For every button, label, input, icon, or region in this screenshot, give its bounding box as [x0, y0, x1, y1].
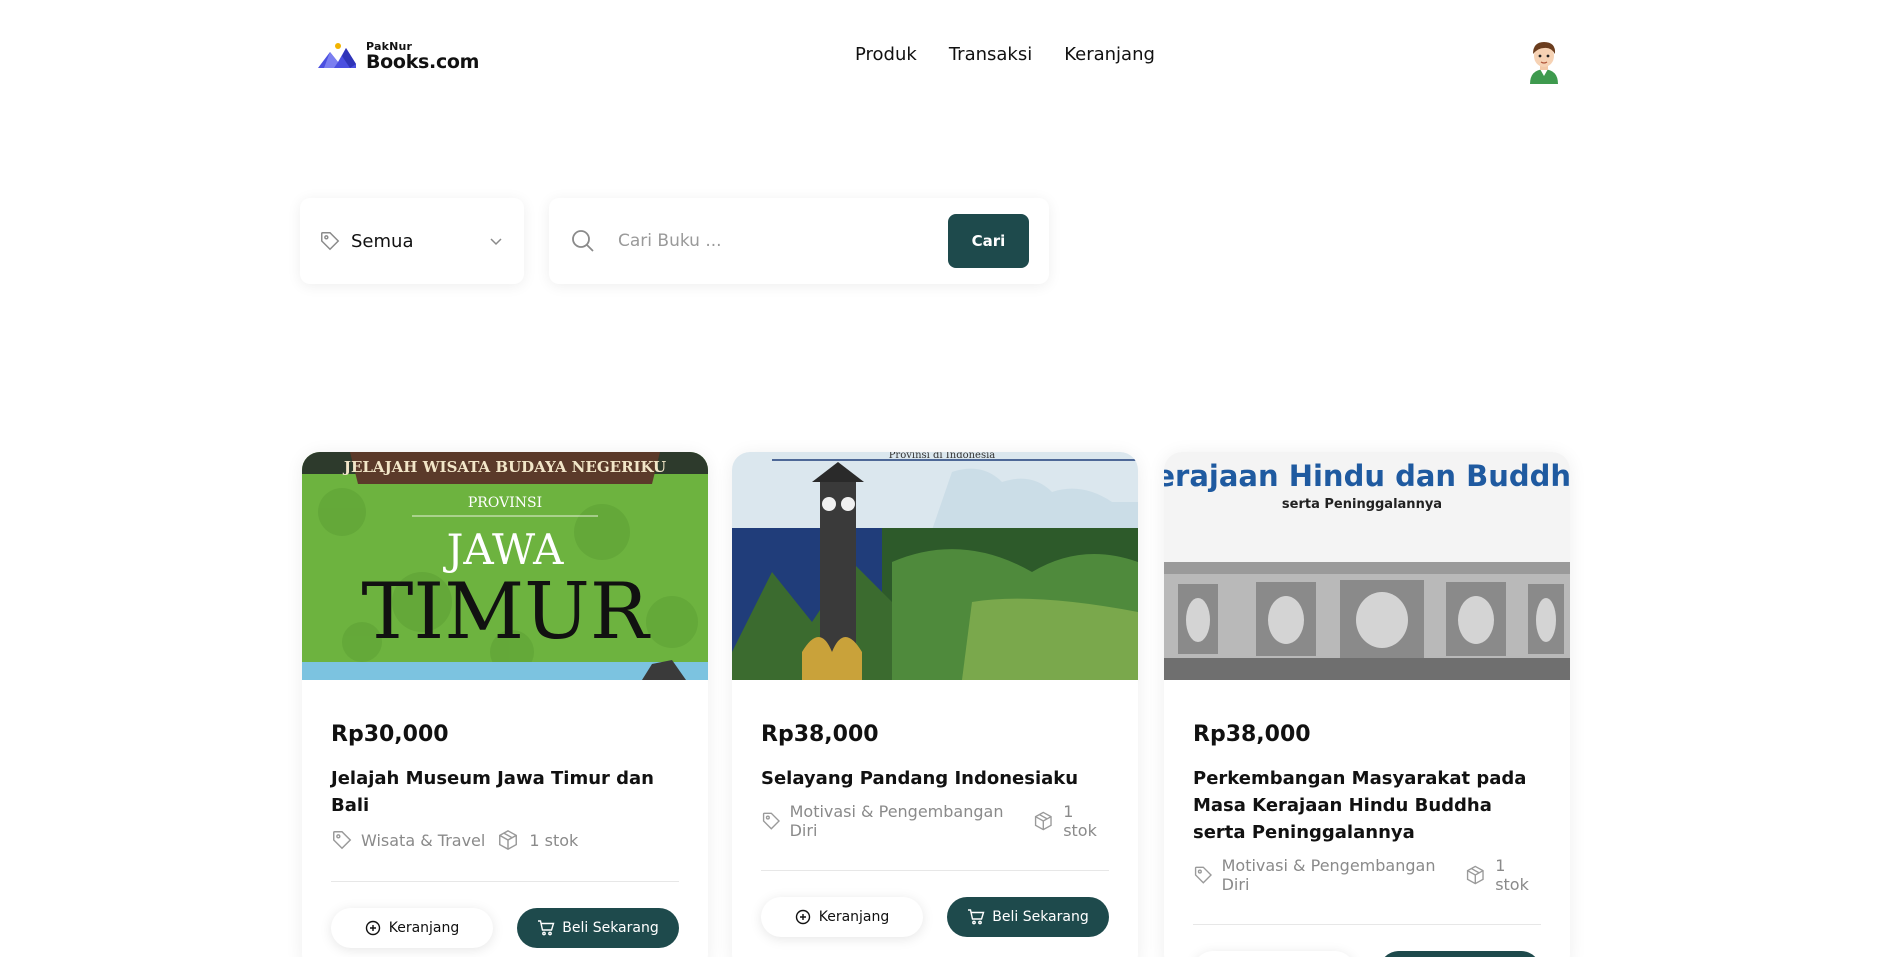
- buy-now-button[interactable]: Beli Sekarang: [517, 908, 679, 948]
- cover-banner-text: JELAJAH WISATA BUDAYA NEGERIKU: [342, 458, 666, 476]
- product-stock: 1 stok: [1063, 802, 1097, 840]
- product-card[interactable]: Provinsi di Indonesia Rp38,000 Selayang …: [732, 452, 1138, 957]
- card-divider: [1193, 924, 1541, 925]
- cover-line3-text: TIMUR: [361, 567, 650, 657]
- product-price: Rp38,000: [1193, 722, 1311, 747]
- card-divider: [331, 881, 679, 882]
- cover-subheading-text: serta Peninggalannya: [1282, 497, 1442, 512]
- product-stock: 1 stok: [529, 830, 579, 850]
- search-box: Cari: [549, 198, 1049, 284]
- plus-circle-icon: [795, 909, 810, 925]
- category-selected-value: Semua: [351, 230, 414, 252]
- product-price: Rp30,000: [331, 722, 449, 747]
- logo-big-text: Books.com: [366, 50, 480, 73]
- buy-now-button[interactable]: Beli Sekarang: [1379, 951, 1541, 957]
- tag-icon: [1194, 866, 1212, 884]
- site-logo[interactable]: PakNur Books.com: [316, 38, 479, 74]
- cover-line1-text: PROVINSI: [468, 495, 542, 511]
- tag-icon: [333, 831, 352, 850]
- product-meta: Motivasi & Pengembangan Diri 1 stok: [1193, 856, 1541, 894]
- add-to-cart-label: Keranjang: [388, 920, 460, 936]
- product-meta: Wisata & Travel 1 stok: [331, 829, 679, 851]
- product-meta: Motivasi & Pengembangan Diri 1 stok: [761, 802, 1109, 840]
- cart-icon: [968, 909, 985, 925]
- add-to-cart-label: Keranjang: [818, 909, 890, 925]
- product-title[interactable]: Perkembangan Masyarakat pada Masa Keraja…: [1193, 765, 1541, 846]
- nav-keranjang[interactable]: Keranjang: [1064, 44, 1155, 65]
- cover-caption-text: Provinsi di Indonesia: [889, 452, 996, 461]
- books-logo-icon: [318, 43, 356, 68]
- user-avatar-icon: [1530, 42, 1558, 84]
- product-category: Wisata & Travel: [361, 830, 486, 850]
- product-price: Rp38,000: [761, 722, 879, 747]
- buy-now-label: Beli Sekarang: [562, 920, 659, 936]
- box-icon: [1466, 865, 1484, 885]
- product-card[interactable]: Kerajaan Hindu dan Buddha serta Peningga…: [1164, 452, 1570, 957]
- tag-icon: [762, 812, 780, 830]
- cover-heading-text: Kerajaan Hindu dan Buddha: [1164, 459, 1570, 493]
- buy-now-button[interactable]: Beli Sekarang: [947, 897, 1109, 937]
- add-to-cart-button[interactable]: Keranjang: [1193, 951, 1355, 957]
- add-to-cart-button[interactable]: Keranjang: [331, 908, 493, 948]
- nav-transaksi[interactable]: Transaksi: [949, 44, 1032, 65]
- main-nav: Produk Transaksi Keranjang: [855, 44, 1155, 65]
- logo-small-text: PakNur: [366, 39, 413, 53]
- product-card[interactable]: JELAJAH WISATA BUDAYA NEGERIKU PROVINSI …: [302, 452, 708, 957]
- book-cover-image[interactable]: JELAJAH WISATA BUDAYA NEGERIKU PROVINSI …: [302, 452, 708, 680]
- product-title[interactable]: Selayang Pandang Indonesiaku: [761, 765, 1109, 792]
- tag-icon: [321, 232, 340, 251]
- chevron-down-icon: [490, 238, 502, 246]
- card-divider: [761, 870, 1109, 871]
- box-icon: [499, 829, 518, 851]
- product-title[interactable]: Jelajah Museum Jawa Timur dan Bali: [331, 765, 679, 819]
- category-select[interactable]: Semua: [300, 198, 524, 284]
- add-to-cart-button[interactable]: Keranjang: [761, 897, 923, 937]
- product-stock: 1 stok: [1495, 856, 1529, 894]
- search-icon: [572, 230, 594, 252]
- user-avatar[interactable]: [1524, 36, 1564, 84]
- product-category: Motivasi & Pengembangan Diri: [1221, 856, 1436, 894]
- nav-produk[interactable]: Produk: [855, 44, 917, 65]
- cart-icon: [538, 920, 555, 936]
- search-button[interactable]: Cari: [948, 214, 1029, 268]
- book-cover-image[interactable]: Kerajaan Hindu dan Buddha serta Peningga…: [1164, 452, 1570, 680]
- buy-now-label: Beli Sekarang: [992, 909, 1089, 925]
- box-icon: [1034, 811, 1052, 831]
- product-category: Motivasi & Pengembangan Diri: [789, 802, 1004, 840]
- book-cover-image[interactable]: Provinsi di Indonesia: [732, 452, 1138, 680]
- search-input[interactable]: [618, 231, 948, 251]
- plus-circle-icon: [365, 920, 380, 936]
